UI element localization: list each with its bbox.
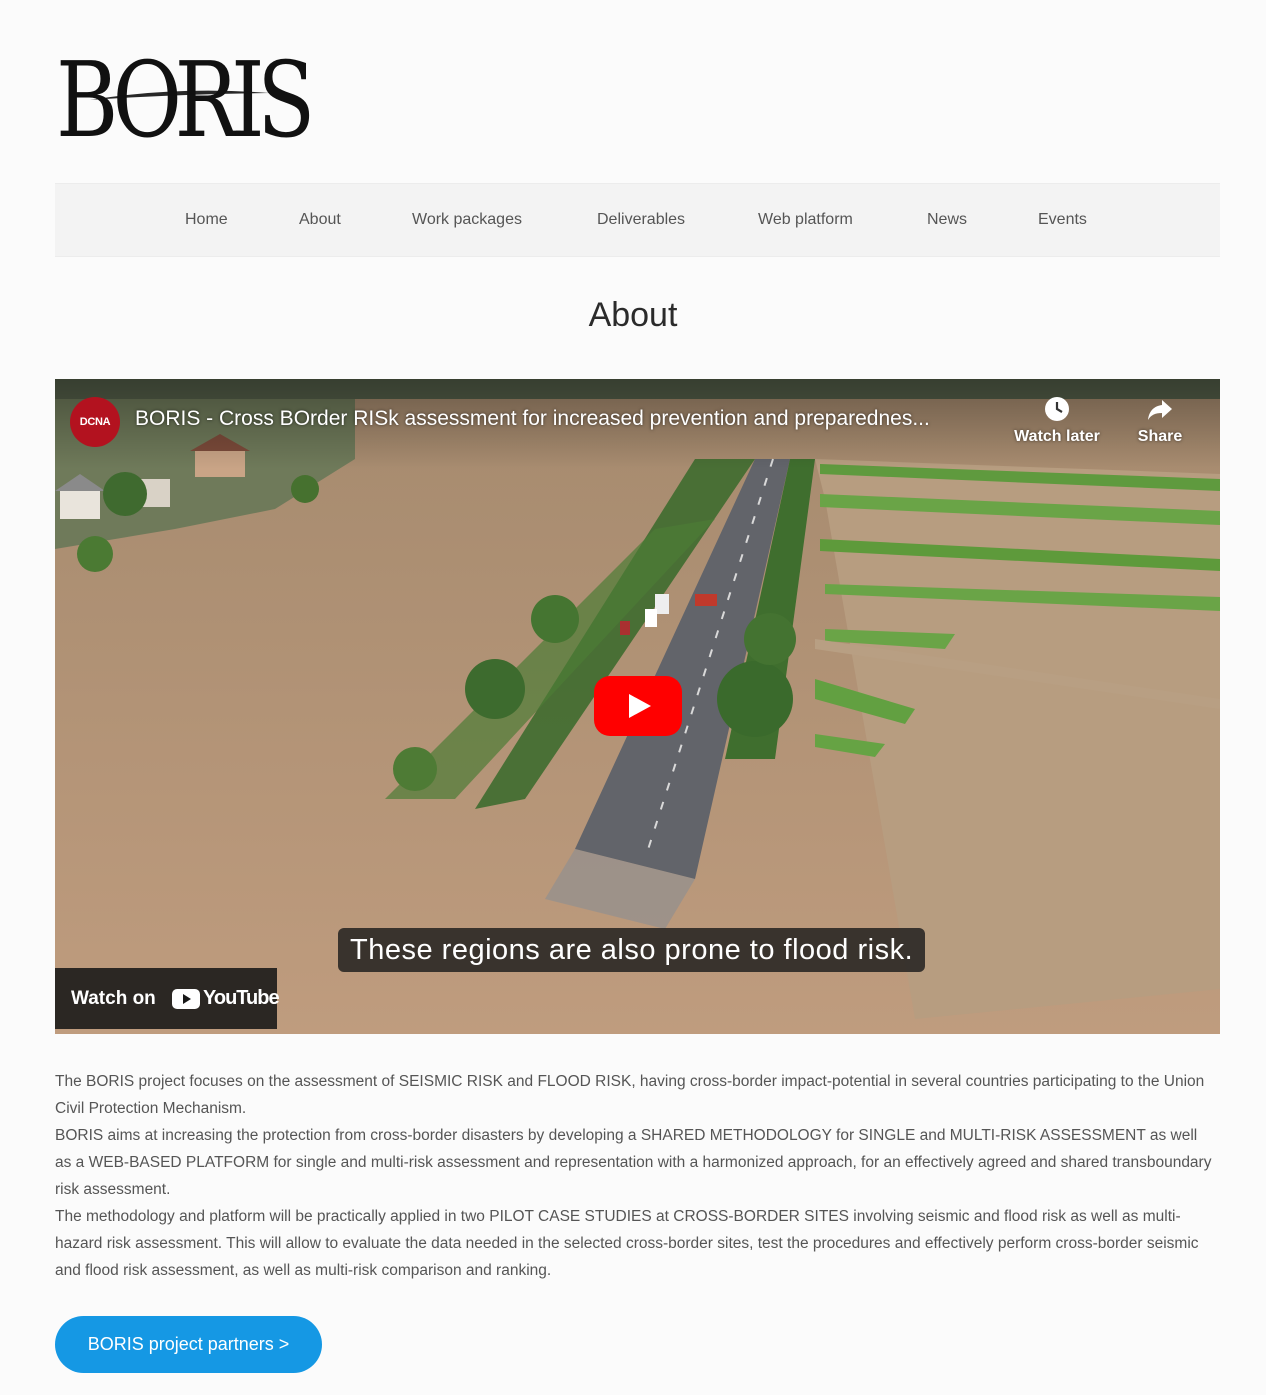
youtube-logo-icon <box>172 989 200 1009</box>
channel-avatar[interactable]: DCNA <box>70 397 120 447</box>
about-description: The BORIS project focuses on the assessm… <box>55 1068 1215 1284</box>
paragraph-3: The methodology and platform will be pra… <box>55 1208 1199 1279</box>
boris-logo-graphic: BORIS <box>56 48 314 148</box>
share-icon <box>1148 400 1172 420</box>
youtube-embed[interactable]: DCNA BORIS - Cross BOrder RISk assessmen… <box>55 379 1220 1034</box>
watch-on-youtube-button[interactable]: Watch on YouTube <box>55 968 280 1029</box>
nav-item-events[interactable]: Events <box>1038 211 1087 229</box>
nav-item-about[interactable]: About <box>299 211 341 229</box>
nav-item-news[interactable]: News <box>927 211 967 229</box>
nav-item-work-packages[interactable]: Work packages <box>412 211 522 229</box>
nav-item-web-platform[interactable]: Web platform <box>758 211 853 229</box>
youtube-wordmark: YouTube <box>203 987 280 1009</box>
video-caption: These regions are also prone to flood ri… <box>338 928 926 972</box>
page-title: About <box>588 296 678 334</box>
share-button[interactable]: Share <box>1110 396 1210 446</box>
clock-icon <box>1045 397 1069 421</box>
play-button-icon[interactable] <box>594 676 682 736</box>
watch-on-label: Watch on <box>71 988 156 1009</box>
paragraph-1: The BORIS project focuses on the assessm… <box>55 1073 1205 1117</box>
main-nav: Home About Work packages Deliverables We… <box>55 183 1220 257</box>
nav-item-home[interactable]: Home <box>185 211 228 229</box>
paragraph-2: BORIS aims at increasing the protection … <box>55 1127 1212 1198</box>
project-partners-button[interactable]: BORIS project partners > <box>55 1316 322 1373</box>
share-label: Share <box>1137 428 1183 445</box>
svg-text:BORIS: BORIS <box>56 48 309 148</box>
site-logo[interactable]: BORIS <box>56 48 314 148</box>
watch-later-label: Watch later <box>1014 428 1100 445</box>
watch-later-button[interactable]: Watch later <box>1007 396 1107 446</box>
nav-item-deliverables[interactable]: Deliverables <box>597 211 685 229</box>
video-title[interactable]: BORIS - Cross BOrder RISk assessment for… <box>135 407 930 431</box>
